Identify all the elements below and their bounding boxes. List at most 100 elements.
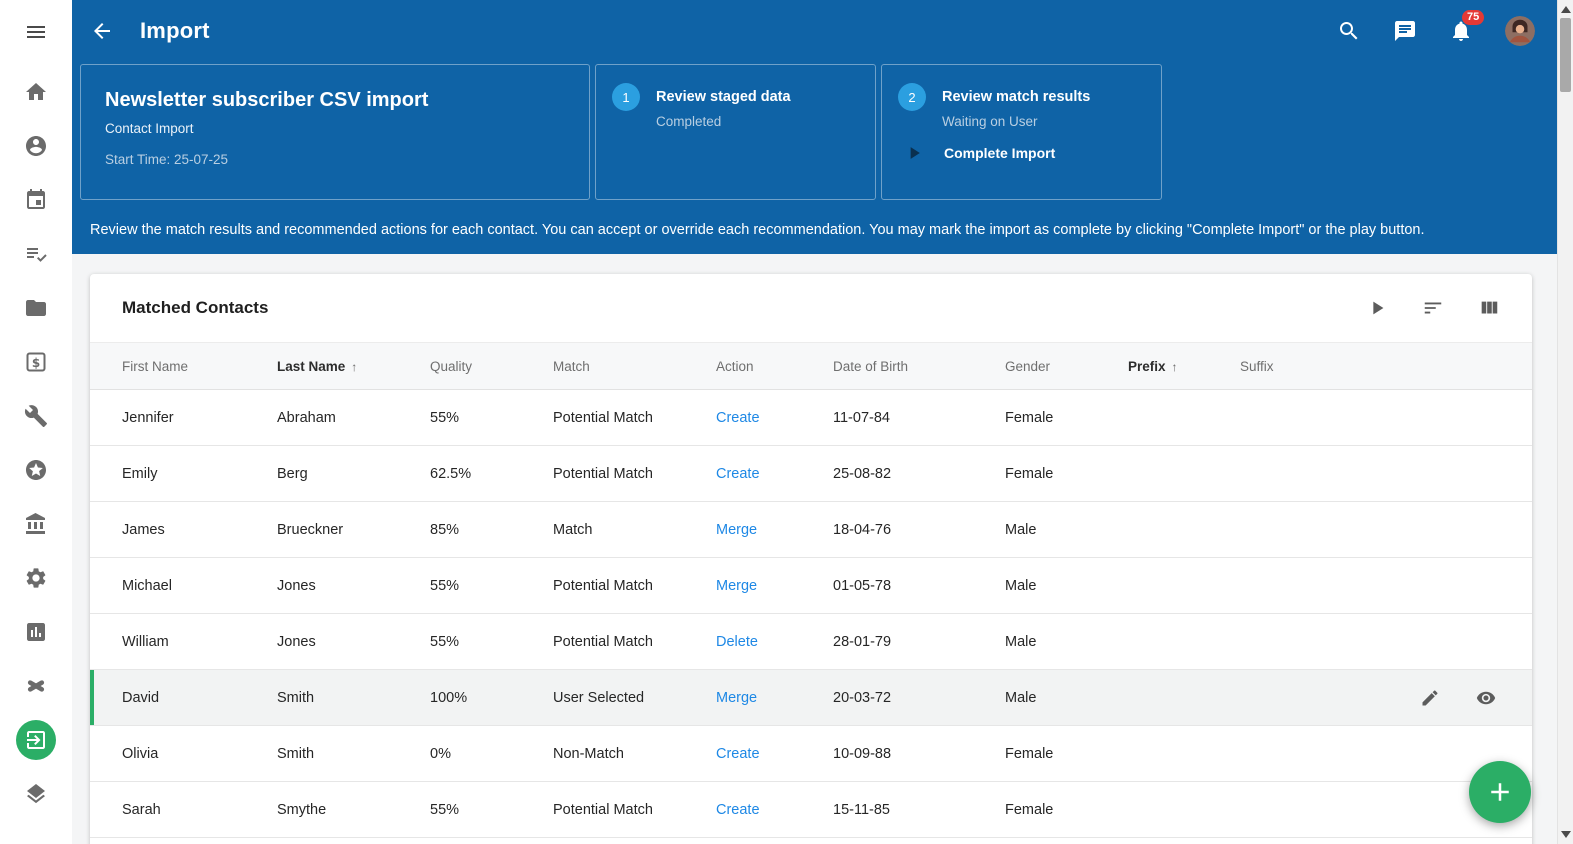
complete-import-play-button[interactable] (904, 143, 924, 163)
arrow-back-icon (90, 19, 114, 43)
edit-pencil-icon[interactable] (1420, 688, 1440, 708)
cell-prefix (1128, 446, 1240, 502)
action-link[interactable]: Merge (716, 690, 757, 706)
cell-suffix (1240, 558, 1532, 614)
table-row[interactable]: Michael Jones 55% Potential Match Merge … (90, 558, 1532, 614)
cell-action: Create (716, 782, 833, 838)
action-link[interactable]: Merge (716, 522, 757, 538)
cell-gender: Male (1005, 614, 1128, 670)
sidebar-item-quality[interactable] (12, 443, 60, 497)
sidebar-item-accounts[interactable] (12, 497, 60, 551)
cell-last-name: Smith (277, 726, 430, 782)
sidebar-item-contacts[interactable] (12, 119, 60, 173)
action-link[interactable]: Create (716, 410, 760, 426)
cell-dob: 18-04-76 (833, 502, 1005, 558)
search-icon[interactable] (1337, 19, 1361, 43)
plus-icon (1485, 777, 1515, 807)
gear-icon (24, 566, 48, 590)
add-fab-button[interactable] (1469, 761, 1531, 823)
sidebar-item-home[interactable] (12, 65, 60, 119)
sidebar-item-documents[interactable] (12, 281, 60, 335)
cell-prefix (1128, 390, 1240, 446)
notifications-button[interactable]: 75 (1449, 19, 1473, 43)
sidebar-item-import[interactable] (12, 713, 60, 767)
cell-prefix (1128, 502, 1240, 558)
table-row[interactable]: William Jones 55% Potential Match Delete… (90, 614, 1532, 670)
cell-quality: 0% (430, 726, 553, 782)
column-header-last-name[interactable]: Last Name↑ (277, 343, 430, 390)
action-link[interactable]: Create (716, 746, 760, 762)
column-header-action[interactable]: Action (716, 343, 833, 390)
cell-action: Create (716, 446, 833, 502)
scrollbar-thumb[interactable] (1560, 18, 1571, 92)
sidebar-item-tools[interactable] (12, 389, 60, 443)
app-window: Import 75 Newsletter subscriber CSV impo… (0, 0, 1557, 844)
play-icon (904, 143, 924, 163)
instructions-text: Review the match results and recommended… (90, 222, 1541, 238)
columns-icon[interactable] (1478, 297, 1500, 319)
cell-suffix (1240, 502, 1532, 558)
sidebar-item-reports[interactable] (12, 605, 60, 659)
cell-last-name: Jones (277, 558, 430, 614)
sidebar-item-layers[interactable] (12, 767, 60, 821)
cell-quality: 55% (430, 390, 553, 446)
table-row[interactable]: James Brueckner 85% Match Merge 18-04-76… (90, 502, 1532, 558)
scroll-down-arrow-icon[interactable] (1561, 831, 1571, 838)
step-number-badge: 1 (612, 83, 640, 111)
sidebar-item-billing[interactable] (12, 335, 60, 389)
table-row[interactable]: Sarah Smythe 55% Potential Match Create … (90, 782, 1532, 838)
home-icon (24, 80, 48, 104)
action-link[interactable]: Create (716, 802, 760, 818)
avatar[interactable] (1505, 16, 1535, 46)
cell-match: Potential Match (553, 558, 716, 614)
sidebar-item-menu[interactable] (12, 5, 60, 59)
complete-import-button[interactable]: Complete Import (944, 145, 1055, 161)
page-title: Import (140, 18, 210, 44)
step-title: Review staged data (656, 83, 791, 105)
handshake-icon (24, 674, 48, 698)
table-row[interactable]: Jennifer Abraham 55% Potential Match Cre… (90, 390, 1532, 446)
scroll-up-arrow-icon[interactable] (1561, 6, 1571, 13)
action-link[interactable]: Create (716, 466, 760, 482)
column-header-suffix[interactable]: Suffix (1240, 343, 1532, 390)
run-play-icon[interactable] (1366, 297, 1388, 319)
column-header-match[interactable]: Match (553, 343, 716, 390)
sidebar-item-calendar[interactable] (12, 173, 60, 227)
cell-match: Potential Match (553, 782, 716, 838)
sidebar-item-settings[interactable] (12, 551, 60, 605)
column-header-first-name[interactable]: First Name (90, 343, 277, 390)
sidebar-item-engagement[interactable] (12, 659, 60, 713)
vertical-scrollbar[interactable] (1557, 0, 1573, 844)
topbar: Import 75 (72, 0, 1557, 62)
main-area: Import 75 Newsletter subscriber CSV impo… (72, 0, 1557, 844)
cell-prefix (1128, 558, 1240, 614)
sort-asc-icon: ↑ (1172, 360, 1178, 374)
cell-match: Potential Match (553, 614, 716, 670)
back-button[interactable] (90, 18, 116, 44)
step-card-1: 1 Review staged data Completed (595, 64, 876, 200)
action-link[interactable]: Delete (716, 634, 758, 650)
chat-icon[interactable] (1393, 19, 1417, 43)
cell-quality: 62.5% (430, 446, 553, 502)
sort-icon[interactable] (1422, 297, 1444, 319)
table-row[interactable]: Emily Berg 62.5% Potential Match Create … (90, 446, 1532, 502)
cell-prefix (1128, 670, 1240, 726)
sort-asc-icon: ↑ (351, 360, 357, 374)
cell-last-name: Abraham (277, 390, 430, 446)
cell-gender: Female (1005, 726, 1128, 782)
cell-match: Potential Match (553, 390, 716, 446)
cell-quality: 55% (430, 614, 553, 670)
table-header-row: First Name Last Name↑ Quality Match Acti… (90, 343, 1532, 390)
column-header-dob[interactable]: Date of Birth (833, 343, 1005, 390)
column-header-gender[interactable]: Gender (1005, 343, 1128, 390)
banner-cards: Newsletter subscriber CSV import Contact… (80, 64, 1541, 200)
star-circle-icon (24, 458, 48, 482)
view-eye-icon[interactable] (1476, 688, 1496, 708)
table-row[interactable]: Olivia Smith 0% Non-Match Create 10-09-8… (90, 726, 1532, 782)
sidebar-item-tasks[interactable] (12, 227, 60, 281)
column-header-quality[interactable]: Quality (430, 343, 553, 390)
action-link[interactable]: Merge (716, 578, 757, 594)
column-header-prefix[interactable]: Prefix↑ (1128, 343, 1240, 390)
table-row[interactable]: David Smith 100% User Selected Merge 20-… (90, 670, 1532, 726)
cell-match: User Selected (553, 670, 716, 726)
